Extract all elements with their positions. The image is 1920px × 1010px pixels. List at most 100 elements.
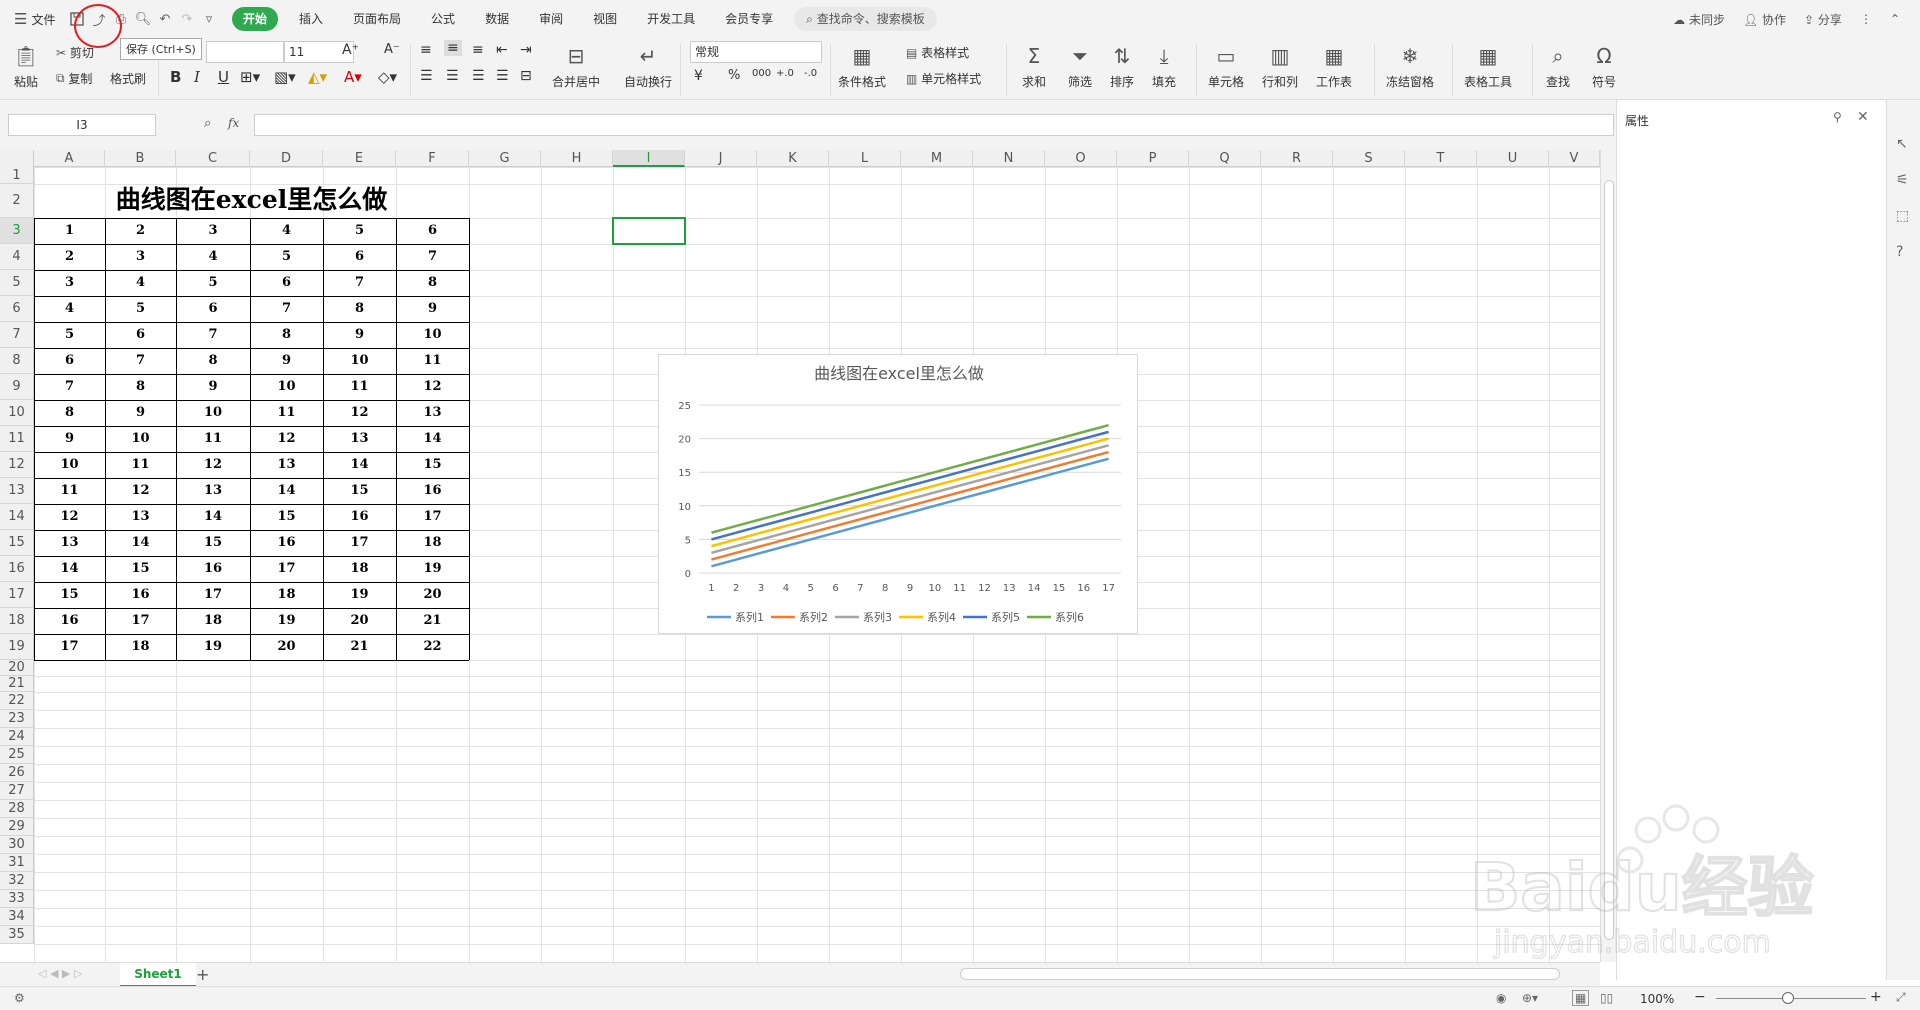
print-preview-icon[interactable]: 🔍︎ — [132, 8, 154, 30]
table-cell[interactable]: 20 — [250, 634, 323, 660]
settings-sliders-icon[interactable]: ⚟ — [1896, 172, 1909, 188]
decimal-increase-button[interactable]: +.0 — [776, 68, 794, 79]
table-cell[interactable]: 3 — [34, 270, 105, 296]
cell-style-icon[interactable]: ▧▾ — [274, 68, 296, 86]
clear-icon[interactable]: ◇▾ — [378, 68, 397, 86]
table-cell[interactable]: 2 — [105, 218, 176, 244]
table-cell[interactable]: 20 — [396, 582, 469, 608]
collapse-icon[interactable]: ⌃ — [1890, 12, 1900, 26]
row-header-32[interactable]: 32 — [0, 872, 34, 890]
row-header-27[interactable]: 27 — [0, 782, 34, 800]
zoom-formula-icon[interactable]: ⌕ — [204, 116, 211, 131]
column-header-i[interactable]: I — [613, 150, 685, 167]
table-cell[interactable]: 13 — [323, 426, 396, 452]
column-header-b[interactable]: B — [105, 150, 176, 167]
thousands-button[interactable]: 000 — [752, 68, 771, 79]
table-cell[interactable]: 17 — [396, 504, 469, 530]
table-cell[interactable]: 2 — [34, 244, 105, 270]
fullscreen-icon[interactable]: ⤢ — [1896, 990, 1906, 1005]
column-header-g[interactable]: G — [469, 150, 541, 167]
table-cell[interactable]: 9 — [250, 348, 323, 374]
row-header-4[interactable]: 4 — [0, 244, 34, 270]
row-header-22[interactable]: 22 — [0, 692, 34, 710]
table-cell[interactable]: 8 — [323, 296, 396, 322]
table-cell[interactable]: 5 — [105, 296, 176, 322]
zoom-slider-thumb[interactable] — [1782, 992, 1794, 1004]
row-header-12[interactable]: 12 — [0, 452, 34, 478]
select-all-corner[interactable] — [0, 150, 34, 167]
table-cell[interactable]: 10 — [34, 452, 105, 478]
row-header-15[interactable]: 15 — [0, 530, 34, 556]
zoom-level[interactable]: 100% — [1640, 992, 1674, 1006]
table-cell[interactable]: 7 — [323, 270, 396, 296]
table-cell[interactable]: 4 — [105, 270, 176, 296]
table-cell[interactable]: 10 — [250, 374, 323, 400]
table-cell[interactable]: 21 — [396, 608, 469, 634]
table-cell[interactable]: 18 — [250, 582, 323, 608]
table-cell[interactable]: 14 — [250, 478, 323, 504]
redo-icon[interactable]: ↷ — [176, 8, 198, 30]
command-search[interactable]: ⌕ 查找命令、搜索模板 — [794, 7, 937, 31]
sum-button[interactable]: Σ 求和 — [1020, 42, 1048, 90]
table-cell[interactable]: 14 — [34, 556, 105, 582]
column-header-q[interactable]: Q — [1189, 150, 1261, 167]
row-header-28[interactable]: 28 — [0, 800, 34, 818]
column-header-j[interactable]: J — [685, 150, 757, 167]
fx-icon[interactable]: fx — [228, 116, 239, 130]
tab-member[interactable]: 会员专享 — [710, 7, 788, 31]
align-right-icon[interactable]: ☰ — [472, 68, 485, 84]
row-header-8[interactable]: 8 — [0, 348, 34, 374]
tab-page-layout[interactable]: 页面布局 — [338, 7, 416, 31]
fill-color-icon[interactable]: ◭▾ — [308, 68, 327, 86]
table-cell[interactable]: 9 — [176, 374, 250, 400]
column-header-f[interactable]: F — [396, 150, 469, 167]
eye-icon[interactable]: ◉ — [1496, 991, 1506, 1005]
number-format-select[interactable]: 常规 — [690, 41, 822, 63]
table-cell[interactable]: 6 — [176, 296, 250, 322]
table-cell[interactable]: 15 — [176, 530, 250, 556]
row-header-10[interactable]: 10 — [0, 400, 34, 426]
column-header-r[interactable]: R — [1261, 150, 1333, 167]
tab-insert[interactable]: 插入 — [284, 7, 338, 31]
underline-button[interactable]: U — [218, 68, 229, 86]
column-header-d[interactable]: D — [250, 150, 323, 167]
table-cell[interactable]: 12 — [250, 426, 323, 452]
row-header-35[interactable]: 35 — [0, 926, 34, 944]
customize-icon[interactable]: ▿ — [198, 8, 220, 30]
tab-nav-icon[interactable]: ◁ ◀ ▶ ▷ — [38, 967, 82, 980]
column-header-p[interactable]: P — [1117, 150, 1189, 167]
table-cell[interactable]: 8 — [34, 400, 105, 426]
more-icon[interactable]: ⋮ — [1860, 12, 1872, 26]
selected-cell[interactable] — [612, 217, 686, 245]
horizontal-scrollbar[interactable] — [960, 968, 1560, 980]
merge-center-button[interactable]: ⊟ 合并居中 — [552, 42, 600, 90]
cursor-icon[interactable]: ↖ — [1896, 136, 1908, 152]
file-menu[interactable]: ☰ 文件 — [0, 10, 66, 28]
column-header-t[interactable]: T — [1405, 150, 1477, 167]
table-cell[interactable]: 14 — [176, 504, 250, 530]
align-left-icon[interactable]: ☰ — [420, 68, 433, 84]
row-header-33[interactable]: 33 — [0, 890, 34, 908]
row-header-17[interactable]: 17 — [0, 582, 34, 608]
table-cell[interactable]: 8 — [105, 374, 176, 400]
row-header-26[interactable]: 26 — [0, 764, 34, 782]
share-button[interactable]: ⇪ 分享 — [1804, 11, 1842, 28]
column-header-h[interactable]: H — [541, 150, 613, 167]
table-cell[interactable]: 15 — [34, 582, 105, 608]
currency-button[interactable]: ¥ — [694, 68, 703, 84]
row-header-3[interactable]: 3 — [0, 218, 34, 244]
row-header-19[interactable]: 19 — [0, 634, 34, 660]
column-header-u[interactable]: U — [1477, 150, 1549, 167]
pin-icon[interactable]: ⚲ — [1833, 110, 1842, 124]
row-header-24[interactable]: 24 — [0, 728, 34, 746]
line-chart[interactable]: 曲线图在excel里怎么做 0 5 10 15 20 25 1 2 3 4 5 6 7 8 9 10 11 12 13… — [658, 354, 1138, 634]
table-cell[interactable]: 11 — [176, 426, 250, 452]
table-cell[interactable]: 4 — [34, 296, 105, 322]
table-cell[interactable]: 17 — [176, 582, 250, 608]
sheet-tab-sheet1[interactable]: Sheet1 — [120, 963, 196, 987]
table-cell[interactable]: 19 — [250, 608, 323, 634]
cell-button[interactable]: ▭ 单元格 — [1208, 42, 1244, 90]
zoom-out-button[interactable]: − — [1694, 989, 1706, 1005]
formula-input[interactable] — [254, 114, 1614, 136]
row-header-2[interactable]: 2 — [0, 184, 34, 218]
